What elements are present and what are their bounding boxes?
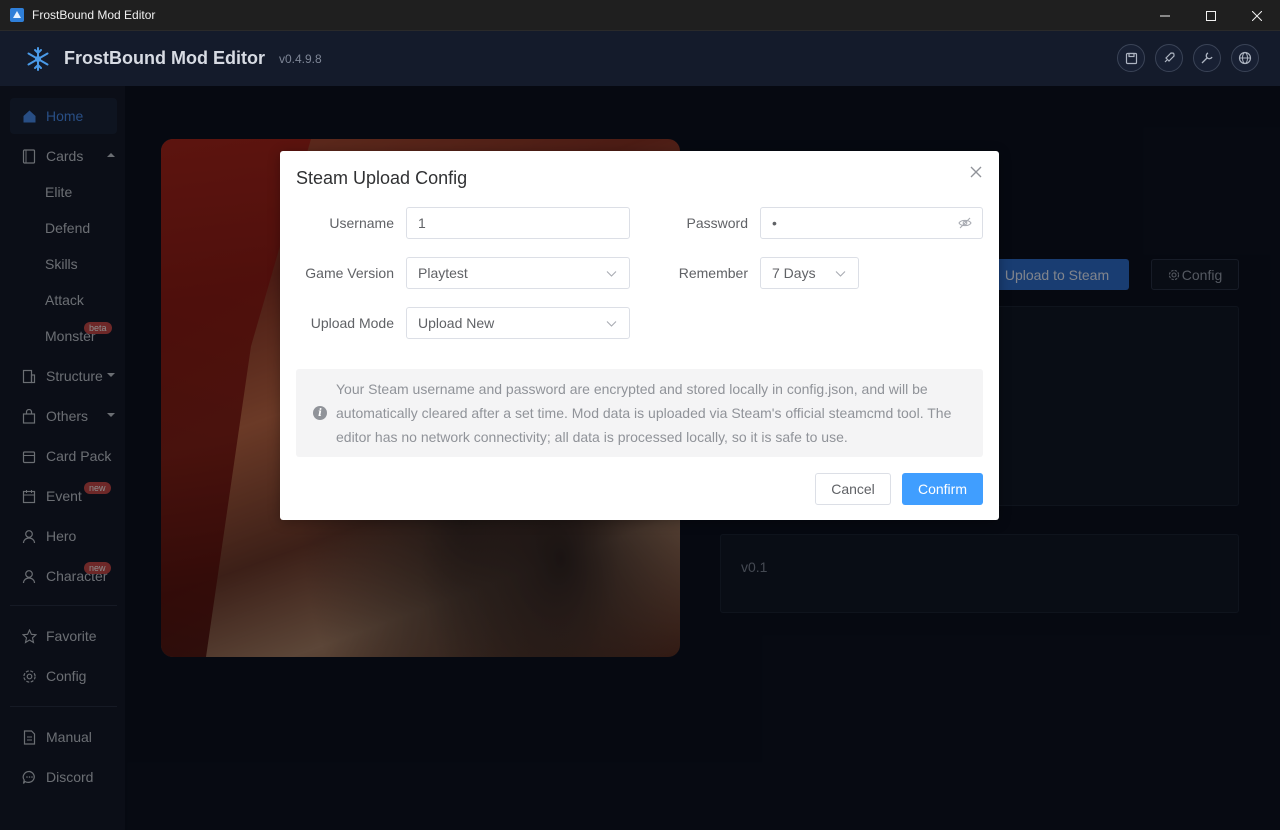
chevron-down-icon [606, 321, 617, 327]
info-alert: i Your Steam username and password are e… [296, 369, 983, 457]
password-input[interactable]: • [760, 207, 983, 239]
snowflake-logo-icon [27, 46, 49, 71]
save-icon [1125, 52, 1137, 64]
dialog-title: Steam Upload Config [296, 168, 468, 188]
info-text: Your Steam username and password are enc… [336, 381, 952, 445]
steam-upload-config-dialog: Steam Upload Config Username 1 Password … [280, 151, 999, 520]
username-input[interactable]: 1 [406, 207, 630, 239]
upload-mode-label: Upload Mode [310, 315, 394, 331]
game-version-label: Game Version [305, 265, 394, 281]
chevron-down-icon [835, 271, 846, 277]
minimize-button[interactable] [1142, 0, 1188, 31]
save-button[interactable] [1117, 44, 1145, 72]
wrench-icon [1201, 52, 1213, 64]
rocket-icon [1164, 52, 1175, 63]
window-titlebar: FrostBound Mod Editor [0, 0, 1280, 31]
cancel-button[interactable]: Cancel [815, 473, 891, 505]
close-icon [1252, 10, 1262, 21]
close-window-button[interactable] [1234, 0, 1280, 31]
info-icon: i [313, 406, 327, 420]
launch-button[interactable] [1155, 44, 1183, 72]
header-tools [1117, 44, 1259, 72]
password-label: Password [686, 215, 748, 231]
eye-off-icon[interactable] [958, 216, 972, 230]
username-value: 1 [418, 215, 426, 231]
app-name: FrostBound Mod Editor [64, 48, 265, 68]
app-version: v0.4.9.8 [278, 51, 322, 66]
remember-select[interactable]: 7 Days [760, 257, 859, 289]
globe-icon [1238, 51, 1252, 65]
close-icon[interactable] [969, 165, 983, 179]
upload-mode-value: Upload New [418, 315, 495, 331]
tools-button[interactable] [1193, 44, 1221, 72]
app-header: FrostBound Mod Editor v0.4.9.8 [0, 31, 1280, 86]
window-title: FrostBound Mod Editor [32, 8, 156, 22]
password-value: • [772, 215, 777, 231]
upload-mode-select[interactable]: Upload New [406, 307, 630, 339]
app-icon [10, 8, 24, 22]
game-version-value: Playtest [418, 265, 468, 281]
username-label: Username [329, 215, 394, 231]
confirm-button[interactable]: Confirm [902, 473, 983, 505]
remember-value: 7 Days [772, 265, 816, 281]
remember-label: Remember [678, 265, 748, 281]
maximize-icon [1206, 10, 1216, 21]
game-version-select[interactable]: Playtest [406, 257, 630, 289]
chevron-down-icon [606, 271, 617, 277]
maximize-button[interactable] [1188, 0, 1234, 31]
window-controls [1142, 0, 1280, 31]
language-button[interactable] [1231, 44, 1259, 72]
minimize-icon [1160, 15, 1170, 16]
